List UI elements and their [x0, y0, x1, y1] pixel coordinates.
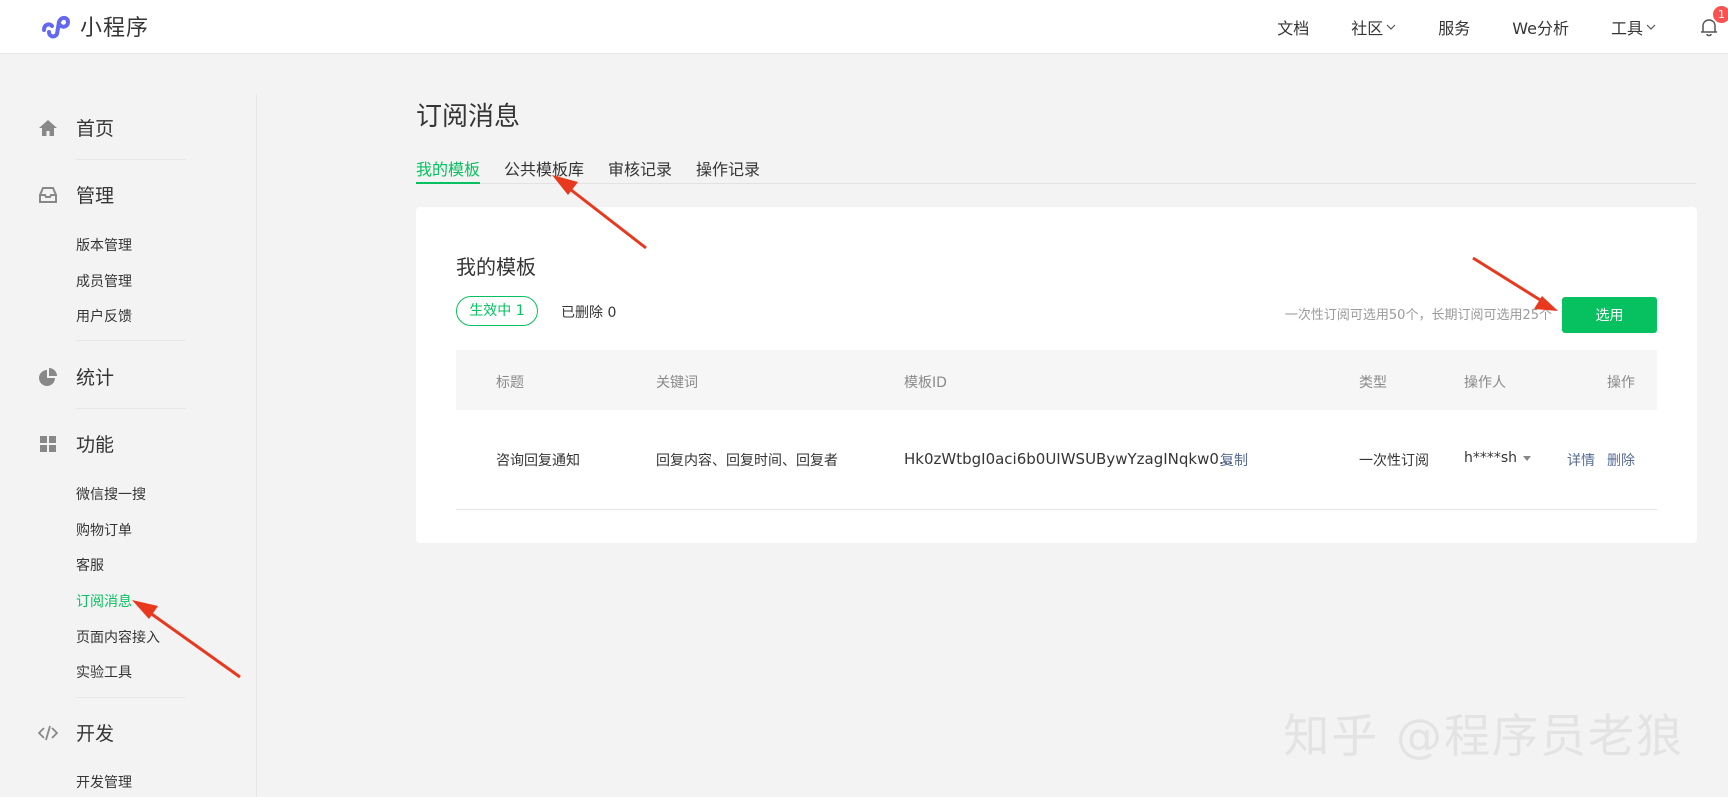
sidebar-divider: [76, 697, 186, 698]
sidebar-divider: [76, 408, 186, 409]
notification-badge: 1: [1713, 6, 1728, 23]
grid-icon: [40, 435, 56, 452]
nav-services[interactable]: 服务: [1438, 15, 1470, 39]
sidebar-item-customer-service[interactable]: 客服: [76, 555, 104, 575]
chevron-down-icon: [1386, 24, 1396, 30]
column-operator: 操作人: [1464, 375, 1506, 391]
caret-down-icon: [1523, 455, 1532, 461]
row-type: 一次性订阅: [1359, 453, 1429, 469]
sidebar-item-wechat-search[interactable]: 微信搜一搜: [76, 484, 146, 504]
sidebar-item-experiment-tools[interactable]: 实验工具: [76, 662, 132, 682]
nav-community[interactable]: 社区: [1351, 15, 1396, 39]
sidebar: 首页 管理 版本管理 成员管理 用户反馈 统计 功能 微信搜一搜 购物订单 客服…: [0, 54, 256, 797]
nav-we-analytics[interactable]: We分析: [1512, 15, 1569, 39]
column-keywords: 关键词: [656, 375, 698, 391]
miniprogram-logo-icon: [42, 15, 71, 39]
card-title: 我的模板: [456, 255, 536, 279]
templates-card: 我的模板 生效中 1 已删除 0 一次性订阅可选用50个，长期订阅可选用25个 …: [416, 207, 1697, 543]
sidebar-item-member-management[interactable]: 成员管理: [76, 271, 132, 291]
row-template-id: Hk0zWtbgI0aci6b0UIWSUBywYzagINqkw0...: [904, 450, 1234, 468]
column-title: 标题: [496, 375, 524, 391]
sidebar-item-shopping-orders[interactable]: 购物订单: [76, 520, 132, 540]
sidebar-item-subscription-messages[interactable]: 订阅消息: [76, 591, 132, 611]
sidebar-section-development[interactable]: 开发: [38, 719, 114, 746]
sidebar-section-home[interactable]: 首页: [38, 114, 114, 141]
table-row: 咨询回复通知 回复内容、回复时间、回复者 Hk0zWtbgI0aci6b0UIW…: [456, 410, 1657, 510]
inbox-icon: [39, 186, 57, 203]
column-template-id: 模板ID: [904, 375, 947, 391]
select-template-button[interactable]: 选用: [1562, 297, 1657, 333]
sidebar-item-user-feedback[interactable]: 用户反馈: [76, 306, 132, 326]
column-type: 类型: [1359, 375, 1387, 391]
sidebar-section-manage[interactable]: 管理: [38, 181, 114, 208]
brand-name: 小程序: [80, 16, 150, 41]
page-title: 订阅消息: [416, 102, 521, 132]
tab-public-template-library[interactable]: 公共模板库: [504, 156, 584, 184]
tab-review-records[interactable]: 审核记录: [608, 156, 672, 184]
quota-hint: 一次性订阅可选用50个，长期订阅可选用25个: [1284, 308, 1552, 323]
top-nav: 文档 社区 服务 We分析 工具 1: [1277, 0, 1728, 54]
brand[interactable]: 小程序: [40, 10, 149, 42]
copy-id-link[interactable]: 复制: [1220, 450, 1248, 470]
filter-active-pill[interactable]: 生效中 1: [456, 296, 538, 326]
sidebar-border: [256, 94, 257, 797]
detail-link[interactable]: 详情: [1567, 450, 1595, 470]
sidebar-item-version-management[interactable]: 版本管理: [76, 235, 132, 255]
sidebar-item-page-content[interactable]: 页面内容接入: [76, 627, 160, 647]
filter-deleted[interactable]: 已删除 0: [561, 302, 616, 322]
nav-docs[interactable]: 文档: [1277, 15, 1309, 39]
tab-bar: 我的模板 公共模板库 审核记录 操作记录: [416, 156, 1696, 184]
column-actions: 操作: [1607, 375, 1635, 391]
chevron-down-icon: [1646, 24, 1656, 30]
row-keywords: 回复内容、回复时间、回复者: [656, 453, 838, 469]
watermark: 知乎 @程序员老狼: [1283, 709, 1684, 763]
notification-button[interactable]: 1: [1698, 6, 1728, 38]
sidebar-section-statistics[interactable]: 统计: [38, 363, 114, 390]
nav-tools[interactable]: 工具: [1611, 15, 1656, 39]
sidebar-divider: [76, 159, 186, 160]
table-header: 标题 关键词 模板ID 类型 操作人 操作: [456, 350, 1657, 410]
home-icon: [39, 119, 57, 136]
sidebar-item-development-management[interactable]: 开发管理: [76, 772, 132, 792]
top-bar: 小程序 文档 社区 服务 We分析 工具 1: [0, 0, 1728, 54]
sidebar-divider: [76, 340, 186, 341]
row-operator[interactable]: h****sh: [1464, 450, 1532, 466]
sidebar-section-features[interactable]: 功能: [38, 430, 114, 457]
pie-chart-icon: [39, 367, 57, 386]
row-title: 咨询回复通知: [496, 453, 580, 469]
delete-link[interactable]: 删除: [1607, 450, 1635, 470]
tab-my-templates[interactable]: 我的模板: [416, 156, 481, 184]
tab-operation-records[interactable]: 操作记录: [696, 156, 760, 184]
code-icon: [38, 725, 58, 740]
